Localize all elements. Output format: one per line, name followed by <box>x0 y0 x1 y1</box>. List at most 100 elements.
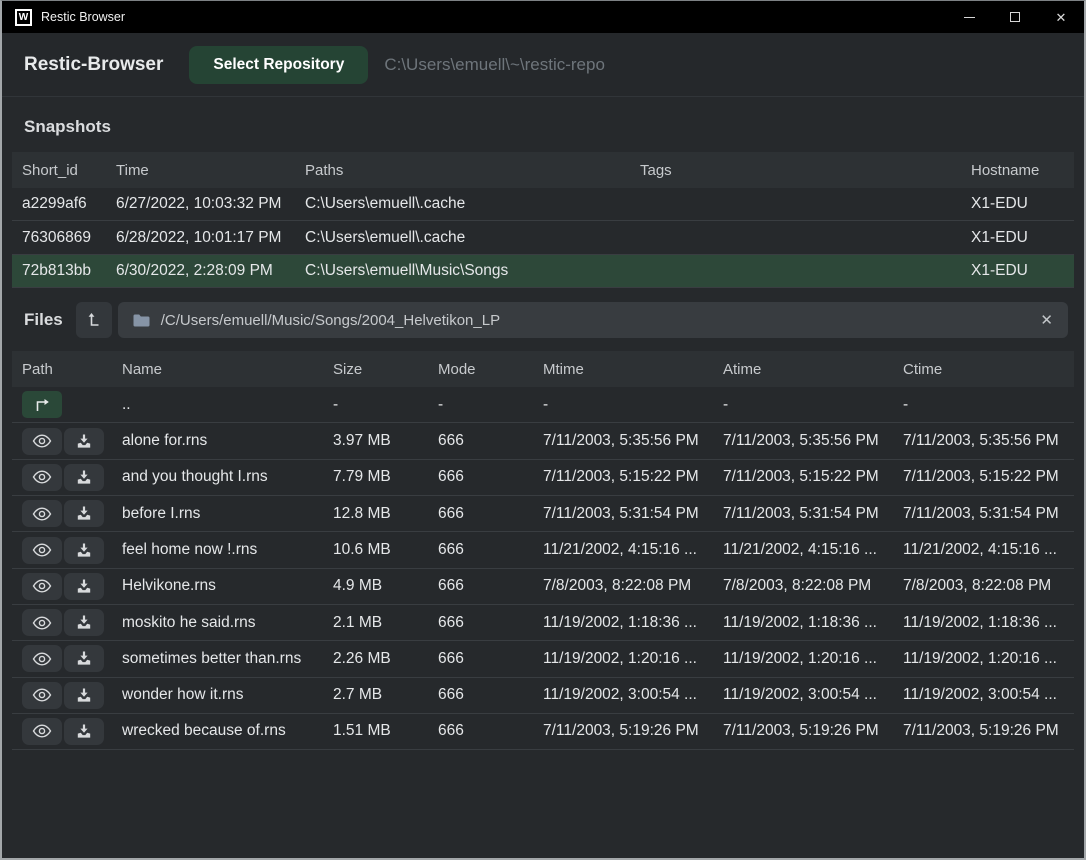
file-atime: 7/11/2003, 5:31:54 PM <box>723 505 903 523</box>
file-ctime: 7/11/2003, 5:15:22 PM <box>903 468 1074 486</box>
file-ctime: 7/11/2003, 5:35:56 PM <box>903 432 1074 450</box>
file-row: moskito he said.rns2.1 MB66611/19/2002, … <box>12 605 1074 641</box>
app-header: Restic-Browser Select Repository C:\User… <box>2 33 1084 97</box>
view-button[interactable] <box>22 718 62 745</box>
file-row: and you thought I.rns7.79 MB6667/11/2003… <box>12 460 1074 496</box>
file-mode: 666 <box>438 432 543 450</box>
view-button[interactable] <box>22 573 62 600</box>
view-button[interactable] <box>22 537 62 564</box>
column-header-tags: Tags <box>640 162 971 179</box>
snapshot-row[interactable]: 763068696/28/2022, 10:01:17 PMC:\Users\e… <box>12 221 1074 254</box>
file-name: Helvikone.rns <box>122 577 333 595</box>
file-ctime: 7/8/2003, 8:22:08 PM <box>903 577 1074 595</box>
parent-dir-button[interactable] <box>22 391 62 418</box>
snapshot-row[interactable]: 72b813bb6/30/2022, 2:28:09 PMC:\Users\em… <box>12 255 1074 288</box>
file-mtime: 11/19/2002, 1:18:36 ... <box>543 614 723 632</box>
files-path-bar[interactable]: /C/Users/emuell/Music/Songs/2004_Helveti… <box>118 302 1068 338</box>
snapshot-paths: C:\Users\emuell\.cache <box>305 195 640 213</box>
file-atime: 11/19/2002, 3:00:54 ... <box>723 686 903 704</box>
download-icon <box>76 470 92 485</box>
titlebar: W Restic Browser ✕ <box>2 1 1084 33</box>
minimize-button[interactable] <box>946 1 992 33</box>
snapshot-short-id: 72b813bb <box>12 262 116 280</box>
file-name: wonder how it.rns <box>122 686 333 704</box>
file-ctime: 11/19/2002, 1:18:36 ... <box>903 614 1074 632</box>
file-size: 2.26 MB <box>333 650 438 668</box>
file-size: 1.51 MB <box>333 722 438 740</box>
row-actions <box>12 645 122 672</box>
eye-icon <box>32 579 52 593</box>
snapshot-hostname: X1-EDU <box>971 262 1074 280</box>
file-name: before I.rns <box>122 505 333 523</box>
download-icon <box>76 651 92 666</box>
eye-icon <box>32 543 52 557</box>
file-row: Helvikone.rns4.9 MB6667/8/2003, 8:22:08 … <box>12 569 1074 605</box>
file-atime: 11/21/2002, 4:15:16 ... <box>723 541 903 559</box>
download-button[interactable] <box>64 537 104 564</box>
file-mode: 666 <box>438 686 543 704</box>
download-icon <box>76 543 92 558</box>
column-header-mode: Mode <box>438 361 543 378</box>
download-icon <box>76 506 92 521</box>
download-icon <box>76 579 92 594</box>
row-actions <box>12 428 122 455</box>
view-button[interactable] <box>22 464 62 491</box>
column-header-hostname: Hostname <box>971 162 1074 179</box>
file-mtime: 11/19/2002, 3:00:54 ... <box>543 686 723 704</box>
row-actions <box>12 500 122 527</box>
download-button[interactable] <box>64 645 104 672</box>
view-button[interactable] <box>22 428 62 455</box>
go-to-root-button[interactable] <box>76 302 112 338</box>
download-button[interactable] <box>64 573 104 600</box>
repository-path: C:\Users\emuell\~\restic-repo <box>384 55 605 75</box>
file-row: feel home now !.rns10.6 MB66611/21/2002,… <box>12 532 1074 568</box>
view-button[interactable] <box>22 500 62 527</box>
snapshot-paths: C:\Users\emuell\.cache <box>305 229 640 247</box>
files-table-header: Path Name Size Mode Mtime Atime Ctime <box>12 351 1074 387</box>
file-name: feel home now !.rns <box>122 541 333 559</box>
file-mtime: 7/11/2003, 5:35:56 PM <box>543 432 723 450</box>
view-button[interactable] <box>22 682 62 709</box>
download-button[interactable] <box>64 464 104 491</box>
download-button[interactable] <box>64 718 104 745</box>
clear-path-button[interactable]: ✕ <box>1040 313 1053 328</box>
file-atime: 7/11/2003, 5:35:56 PM <box>723 432 903 450</box>
download-button[interactable] <box>64 609 104 636</box>
file-name: alone for.rns <box>122 432 333 450</box>
view-button[interactable] <box>22 609 62 636</box>
up-right-arrow-icon <box>33 398 51 412</box>
file-row: sometimes better than.rns2.26 MB66611/19… <box>12 641 1074 677</box>
column-header-paths: Paths <box>305 162 640 179</box>
parent-dir-row: ..----- <box>12 387 1074 423</box>
download-button[interactable] <box>64 428 104 455</box>
column-header-size: Size <box>333 361 438 378</box>
file-mtime: 7/11/2003, 5:31:54 PM <box>543 505 723 523</box>
file-name: and you thought I.rns <box>122 468 333 486</box>
snapshot-time: 6/30/2022, 2:28:09 PM <box>116 262 305 280</box>
file-name: moskito he said.rns <box>122 614 333 632</box>
view-button[interactable] <box>22 645 62 672</box>
eye-icon <box>32 652 52 666</box>
file-ctime: 7/11/2003, 5:31:54 PM <box>903 505 1074 523</box>
files-toolbar: Files /C/Users/emuell/Music/Songs/2004_H… <box>24 302 1068 338</box>
minimize-icon <box>964 17 975 18</box>
snapshot-hostname: X1-EDU <box>971 195 1074 213</box>
file-size: 3.97 MB <box>333 432 438 450</box>
file-atime: - <box>723 396 903 414</box>
file-mode: 666 <box>438 505 543 523</box>
file-mtime: 7/11/2003, 5:15:22 PM <box>543 468 723 486</box>
eye-icon <box>32 724 52 738</box>
file-mode: 666 <box>438 650 543 668</box>
snapshot-row[interactable]: a2299af66/27/2022, 10:03:32 PMC:\Users\e… <box>12 188 1074 221</box>
snapshot-short-id: a2299af6 <box>12 195 116 213</box>
eye-icon <box>32 688 52 702</box>
row-actions <box>12 573 122 600</box>
select-repository-button[interactable]: Select Repository <box>189 46 368 84</box>
file-ctime: 11/21/2002, 4:15:16 ... <box>903 541 1074 559</box>
close-button[interactable]: ✕ <box>1038 1 1084 33</box>
maximize-button[interactable] <box>992 1 1038 33</box>
restic-browser-window: { "window": { "title": "Restic Browser" … <box>0 0 1086 860</box>
file-atime: 11/19/2002, 1:20:16 ... <box>723 650 903 668</box>
download-button[interactable] <box>64 682 104 709</box>
download-button[interactable] <box>64 500 104 527</box>
